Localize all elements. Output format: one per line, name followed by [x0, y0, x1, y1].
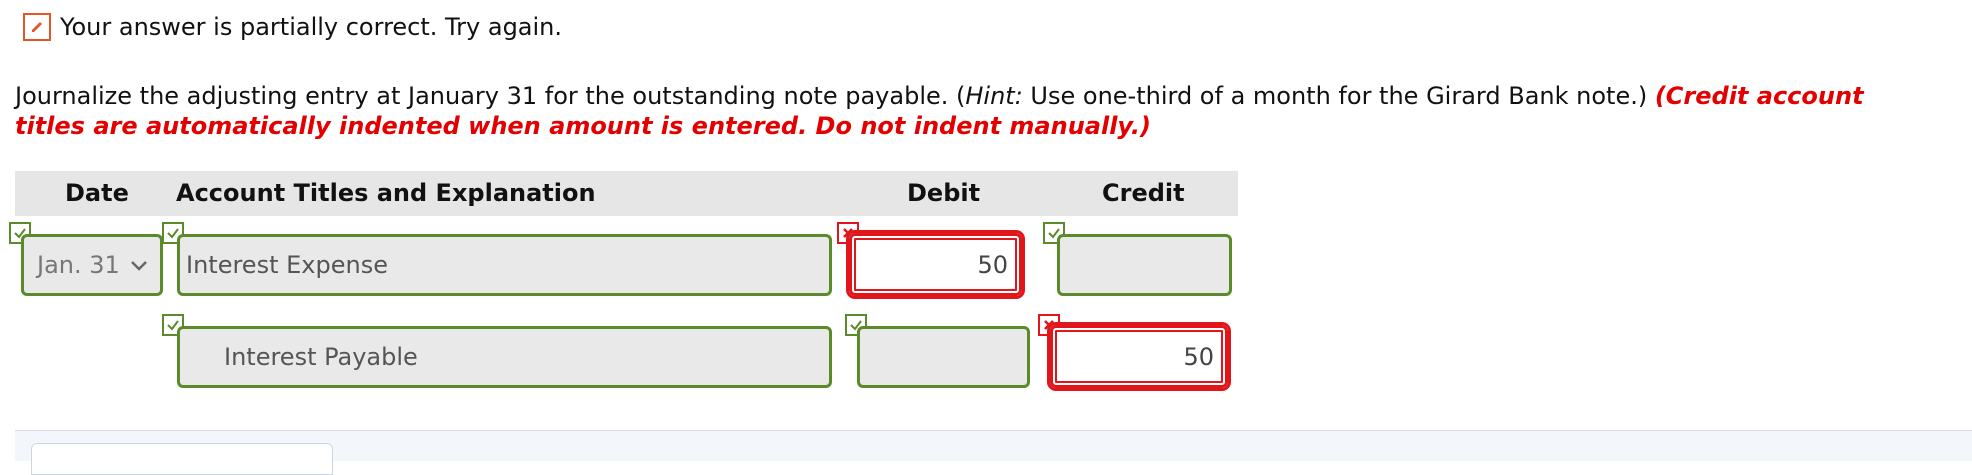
account-title-value: Interest Payable [224, 343, 418, 371]
credit-input-row-2[interactable]: 50 [1050, 325, 1228, 388]
chevron-down-icon [130, 261, 147, 271]
debit-input-row-2[interactable] [857, 326, 1030, 388]
journal-table-header: Date Account Titles and Explanation Debi… [15, 171, 1238, 216]
pencil-icon [23, 13, 51, 41]
status-message: Your answer is partially correct. Try ag… [60, 13, 563, 41]
hint-label: Hint: [965, 82, 1023, 110]
question-prompt: Journalize the adjusting entry at Januar… [15, 82, 966, 110]
date-select[interactable]: Jan. 31 [21, 234, 163, 296]
bottom-panel [15, 430, 1972, 475]
account-title-input-row-2[interactable]: Interest Payable [177, 326, 832, 388]
credit-input-row-1[interactable] [1057, 234, 1232, 296]
date-value: Jan. 31 [37, 251, 120, 279]
hint-text: Use one-third of a month for the Girard … [1022, 82, 1655, 110]
account-title-value: Interest Expense [186, 251, 388, 279]
header-debit: Debit [907, 179, 981, 207]
bottom-panel-button[interactable] [31, 443, 333, 475]
header-account: Account Titles and Explanation [176, 179, 596, 207]
debit-value: 50 [977, 250, 1008, 279]
header-credit: Credit [1102, 179, 1185, 207]
header-date: Date [65, 179, 129, 207]
question-text: Journalize the adjusting entry at Januar… [15, 81, 1935, 141]
answer-status: Your answer is partially correct. Try ag… [23, 13, 562, 41]
debit-input-row-1[interactable]: 50 [849, 233, 1022, 296]
credit-value: 50 [1183, 342, 1214, 371]
account-title-input-row-1[interactable]: Interest Expense [177, 234, 832, 296]
